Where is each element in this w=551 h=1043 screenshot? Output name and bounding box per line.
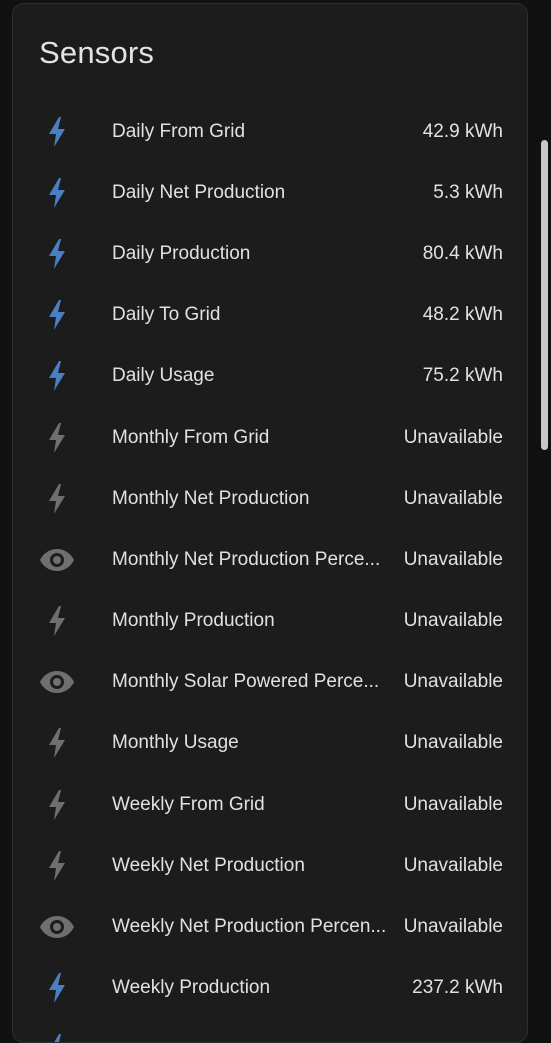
sensor-value: 42.9 kWh [422,120,503,142]
sensor-row[interactable]: Monthly Solar Powered Perce... Unavailabl… [13,652,527,713]
lightning-bolt-icon [39,236,75,272]
sensor-name: Daily Usage [112,365,215,387]
sensor-value: Unavailable [403,732,503,754]
sensor-row[interactable]: Daily To Grid 48.2 kWh [13,285,527,346]
sensor-value: Unavailable [403,671,503,693]
sensor-name: Daily To Grid [112,304,221,326]
sensor-row[interactable]: Monthly From Grid Unavailable [13,407,527,468]
lightning-bolt-icon [39,787,75,823]
scrollbar[interactable] [541,140,548,450]
sensor-row[interactable]: Daily Production 80.4 kWh [13,223,527,284]
card-title: Sensors [39,35,155,70]
sensor-row[interactable] [13,1019,527,1042]
sensor-list: Daily From Grid 42.9 kWh Daily Net Product… [13,101,527,1042]
sensor-value: Unavailable [403,548,503,570]
lightning-bolt-icon [39,358,75,394]
sensor-value: 80.4 kWh [422,242,503,264]
sensor-name: Monthly Net Production [112,487,310,509]
sensor-value: Unavailable [403,426,503,448]
sensor-name: Monthly Solar Powered Perce... [112,671,380,693]
sensor-row[interactable]: Daily Net Production 5.3 kWh [13,162,527,223]
eye-icon [39,664,75,700]
sensor-row[interactable]: Daily Usage 75.2 kWh [13,346,527,407]
sensor-name: Monthly Production [112,610,275,632]
sensor-value: Unavailable [403,793,503,815]
sensor-name: Daily Net Production [112,181,286,203]
sensor-row[interactable]: Monthly Net Production Perce... Unavailab… [13,529,527,590]
lightning-bolt-icon [39,297,75,333]
sensor-value: Unavailable [403,610,503,632]
eye-icon [39,909,75,945]
sensor-value: Unavailable [403,854,503,876]
sensor-value: Unavailable [403,916,503,938]
sensor-name: Monthly Usage [112,732,239,754]
sensor-value: 75.2 kWh [422,365,503,387]
sensor-name: Monthly From Grid [112,426,270,448]
sensor-row[interactable]: Weekly Production 237.2 kWh [13,958,527,1019]
lightning-bolt-icon [39,725,75,761]
sensor-name: Weekly Net Production Percen... [112,916,387,938]
sensor-row[interactable]: Monthly Net Production Unavailable [13,468,527,529]
lightning-bolt-icon [39,175,75,211]
sensor-row[interactable]: Weekly Net Production Unavailable [13,835,527,896]
lightning-bolt-icon [39,1031,75,1042]
lightning-bolt-icon [39,420,75,456]
sensor-row[interactable]: Monthly Usage Unavailable [13,713,527,774]
lightning-bolt-icon [39,970,75,1006]
sensor-value: 237.2 kWh [412,977,503,999]
sensor-value: 5.3 kWh [433,181,503,203]
lightning-bolt-icon [39,603,75,639]
sensor-row[interactable]: Monthly Production Unavailable [13,591,527,652]
sensor-name: Daily Production [112,242,251,264]
sensors-card: Sensors Daily From Grid 42.9 kWh Daily Net… [12,3,528,1043]
sensor-name: Monthly Net Production Perce... [112,548,381,570]
sensor-name: Daily From Grid [112,120,246,142]
sensor-name: Weekly Production [112,977,271,999]
sensor-row[interactable]: Daily From Grid 42.9 kWh [13,101,527,162]
sensor-value: Unavailable [403,487,503,509]
eye-icon [39,542,75,578]
sensor-row[interactable]: Weekly From Grid Unavailable [13,774,527,835]
lightning-bolt-icon [39,114,75,150]
lightning-bolt-icon [39,848,75,884]
sensor-name: Weekly Net Production [112,854,305,876]
lightning-bolt-icon [39,481,75,517]
sensor-row[interactable]: Weekly Net Production Percen... Unavailab… [13,896,527,957]
sensor-value: 48.2 kWh [422,304,503,326]
sensor-name: Weekly From Grid [112,793,265,815]
